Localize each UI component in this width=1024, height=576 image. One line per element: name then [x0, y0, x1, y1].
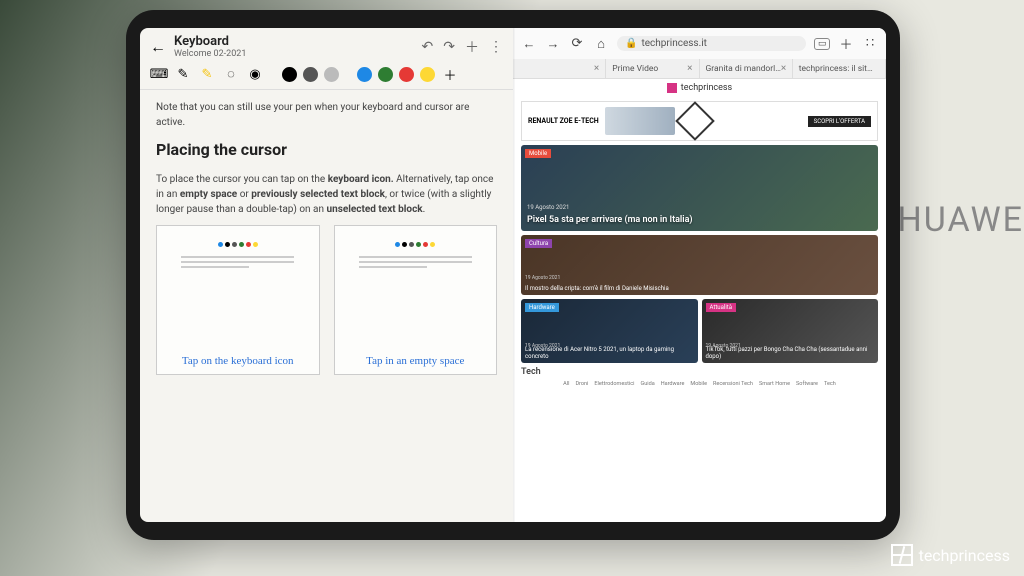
- ad-image: [605, 107, 675, 135]
- card-2-caption: Tap in an empty space: [366, 354, 464, 368]
- notes-app-pane: ← Keyboard Welcome 02-2021 ↶ ↷ ＋ ⋮ ⌨ ✎ ✎…: [140, 28, 513, 522]
- ad-banner[interactable]: RENAULT ZOE E-TECH SCOPRI L'OFFERTA: [521, 101, 878, 141]
- color-gray[interactable]: [324, 67, 339, 82]
- color-red[interactable]: [399, 67, 414, 82]
- illustration-card-1: Tap on the keyboard icon: [156, 225, 320, 375]
- mid-article[interactable]: Cultura 19 Agosto 2021 Il mostro della c…: [521, 235, 878, 295]
- close-icon[interactable]: ×: [781, 63, 786, 74]
- back-icon[interactable]: ←: [150, 37, 166, 57]
- watermark-logo-icon: [891, 544, 913, 566]
- tab-strip: × Prime Video× Granita di mandorl…× tech…: [513, 59, 886, 79]
- cat-link[interactable]: Hardware: [661, 381, 685, 387]
- tab-empty[interactable]: ×: [513, 59, 606, 78]
- close-icon[interactable]: ×: [687, 63, 692, 74]
- browser-reload-icon[interactable]: ⟳: [569, 36, 585, 51]
- note-intro: Note that you can still use your pen whe…: [156, 100, 497, 130]
- color-green[interactable]: [378, 67, 393, 82]
- color-darkgray[interactable]: [303, 67, 318, 82]
- browser-menu-icon[interactable]: ∷: [862, 36, 878, 51]
- note-heading: Placing the cursor: [156, 138, 497, 162]
- undo-icon[interactable]: ↶: [422, 39, 434, 55]
- cat-link[interactable]: Software: [796, 381, 818, 387]
- article-tile-1[interactable]: Hardware 19 Agosto 2021 La recensione di…: [521, 299, 698, 363]
- cat-link[interactable]: Elettrodomestici: [594, 381, 634, 387]
- tab-techprincess[interactable]: techprincess: il sit…: [793, 59, 886, 78]
- cat-link[interactable]: Guida: [640, 381, 654, 387]
- color-blue[interactable]: [357, 67, 372, 82]
- background-brand-text: HUAWE: [898, 200, 1024, 240]
- category-tag: Cultura: [525, 239, 552, 248]
- add-color-icon[interactable]: ＋: [441, 65, 459, 83]
- cat-link[interactable]: All: [563, 381, 569, 387]
- highlighter-tool-icon[interactable]: ✎: [198, 65, 216, 83]
- article-tile-2[interactable]: Attualità 19 Agosto 2021 TikTok, tutti p…: [702, 299, 879, 363]
- site-logo-icon: [667, 83, 677, 93]
- article-title: Pixel 5a sta per arrivare (ma non in Ita…: [527, 215, 872, 225]
- more-icon[interactable]: ⋮: [489, 39, 503, 55]
- address-bar[interactable]: 🔒 techprincess.it: [617, 36, 806, 51]
- tabs-icon[interactable]: ▭: [814, 38, 830, 50]
- watermark: techprincess: [891, 544, 1010, 566]
- browser-pane: ← → ⟳ ⌂ 🔒 techprincess.it ▭ ＋ ∷ × Prime …: [513, 28, 886, 522]
- add-icon[interactable]: ＋: [465, 37, 479, 57]
- illustration-card-2: Tap in an empty space: [334, 225, 498, 375]
- new-tab-icon[interactable]: ＋: [838, 34, 854, 53]
- notes-toolbar: ⌨ ✎ ✎ ◌ ◉ ＋: [140, 61, 513, 90]
- hero-article[interactable]: Mobile 19 Agosto 2021 Pixel 5a sta per a…: [521, 145, 878, 231]
- url-text: techprincess.it: [641, 38, 706, 49]
- note-title: Keyboard: [174, 34, 414, 49]
- color-black[interactable]: [282, 67, 297, 82]
- eraser-tool-icon[interactable]: ◌: [222, 65, 240, 83]
- article-date: 19 Agosto 2021: [527, 204, 569, 211]
- cat-link[interactable]: Smart Home: [759, 381, 790, 387]
- category-bar: All Droni Elettrodomestici Guida Hardwar…: [521, 377, 878, 389]
- article-title: Il mostro della cripta: com'è il film di…: [525, 285, 874, 292]
- redo-icon[interactable]: ↷: [443, 39, 455, 55]
- category-tag: Mobile: [525, 149, 551, 158]
- lock-icon: 🔒: [625, 38, 637, 49]
- browser-forward-icon[interactable]: →: [545, 36, 561, 52]
- cat-link[interactable]: Mobile: [690, 381, 707, 387]
- note-content[interactable]: Note that you can still use your pen whe…: [140, 90, 513, 522]
- article-date: 19 Agosto 2021: [525, 275, 560, 281]
- color-yellow[interactable]: [420, 67, 435, 82]
- tablet-device: ← Keyboard Welcome 02-2021 ↶ ↷ ＋ ⋮ ⌨ ✎ ✎…: [126, 10, 900, 540]
- cat-link[interactable]: Tech: [824, 381, 836, 387]
- article-feed[interactable]: Mobile 19 Agosto 2021 Pixel 5a sta per a…: [513, 145, 886, 522]
- lasso-tool-icon[interactable]: ◉: [246, 65, 264, 83]
- article-title: La recensione di Acer Nitro 5 2021, un l…: [525, 346, 694, 360]
- site-header: techprincess: [513, 79, 886, 97]
- browser-home-icon[interactable]: ⌂: [593, 36, 609, 52]
- screen-hinge: [513, 28, 515, 522]
- category-tag: Hardware: [525, 303, 559, 312]
- tab-prime-video[interactable]: Prime Video×: [606, 59, 699, 78]
- pen-tool-icon[interactable]: ✎: [174, 65, 192, 83]
- notes-header: ← Keyboard Welcome 02-2021 ↶ ↷ ＋ ⋮: [140, 28, 513, 61]
- watermark-text: techprincess: [919, 546, 1010, 565]
- card-1-caption: Tap on the keyboard icon: [182, 354, 294, 368]
- cat-link[interactable]: Recensioni Tech: [713, 381, 753, 387]
- site-name: techprincess: [681, 83, 732, 93]
- keyboard-icon[interactable]: ⌨: [150, 65, 168, 83]
- close-icon[interactable]: ×: [594, 63, 599, 74]
- article-title: TikTok, tutti pazzi per Bongo Cha Cha Ch…: [706, 346, 875, 360]
- browser-back-icon[interactable]: ←: [521, 36, 537, 52]
- section-label: Tech: [521, 367, 878, 377]
- note-paragraph: To place the cursor you can tap on the k…: [156, 172, 497, 217]
- browser-toolbar: ← → ⟳ ⌂ 🔒 techprincess.it ▭ ＋ ∷: [513, 28, 886, 59]
- renault-logo-icon: [675, 101, 715, 141]
- ad-title: RENAULT ZOE E-TECH: [528, 117, 599, 125]
- tab-granita[interactable]: Granita di mandorl…×: [700, 59, 793, 78]
- note-subtitle: Welcome 02-2021: [174, 49, 414, 59]
- cat-link[interactable]: Droni: [575, 381, 588, 387]
- category-tag: Attualità: [706, 303, 737, 312]
- ad-cta-button[interactable]: SCOPRI L'OFFERTA: [808, 116, 871, 127]
- tablet-screen: ← Keyboard Welcome 02-2021 ↶ ↷ ＋ ⋮ ⌨ ✎ ✎…: [140, 28, 886, 522]
